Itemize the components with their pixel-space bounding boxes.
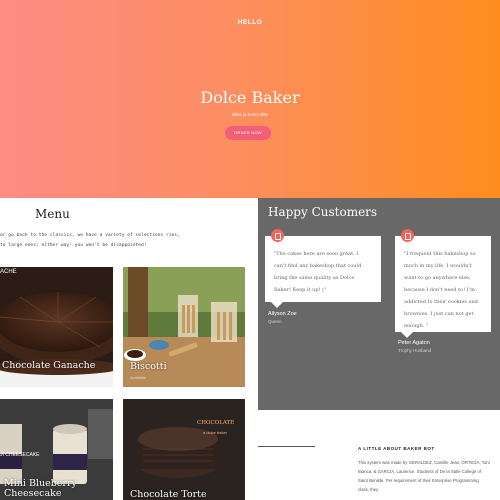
bubble-tail bbox=[401, 332, 413, 338]
testimonial-author-name: Peter Agaton bbox=[398, 340, 430, 346]
about-divider bbox=[258, 446, 315, 447]
chocolate-torte-image bbox=[123, 399, 245, 500]
menu-item-corner-text: ACHE bbox=[0, 269, 17, 275]
order-now-button[interactable]: ORDER NOW bbox=[225, 126, 271, 140]
menu-item-corner-text: CHOCOLATE bbox=[197, 420, 235, 426]
testimonial-quote: "I frequent this bakeshop so much in my … bbox=[404, 251, 478, 329]
menu-item-corner-subtext: a dolce baker bbox=[203, 430, 228, 435]
menu-item-label: Mini Blueberry Cheesecake bbox=[4, 478, 77, 499]
brand-title: Dolce Baker bbox=[200, 88, 300, 107]
about-text: This system was made by GERALDEZ, Camill… bbox=[358, 460, 490, 492]
menu-card-mini-blueberry-cheesecake[interactable]: JI CHEESECAKE Mini Blueberry Cheesecake bbox=[0, 399, 113, 500]
menu-card-biscotti[interactable]: Biscotti Available bbox=[123, 267, 245, 387]
menu-item-label: Biscotti bbox=[130, 361, 167, 372]
menu-item-corner-text: JI CHEESECAKE bbox=[0, 452, 40, 458]
menu-card-chocolate-torte[interactable]: CHOCOLATE a dolce baker Chocolate Torte bbox=[123, 399, 245, 500]
bubble-tail bbox=[271, 302, 283, 308]
quote-icon bbox=[401, 229, 414, 242]
testimonial-author-role: Queen bbox=[268, 319, 282, 324]
brand-tagline: Bliss in Every Bite bbox=[231, 112, 268, 117]
about-title: A LITTLE ABOUT BAKER BOT bbox=[358, 446, 435, 451]
menu-description: or go back to the classics, we have a va… bbox=[0, 233, 180, 248]
menu-item-availability: Available bbox=[130, 375, 147, 380]
testimonial-author-name: Allyson Zoe bbox=[268, 311, 297, 317]
menu-item-label: Chocolate Ganache bbox=[2, 360, 96, 371]
testimonial-author-role: Trophy Husband bbox=[398, 348, 432, 353]
menu-title: Menu bbox=[35, 207, 70, 221]
testimonial-quote: "The cakes here are sooo great. I can't … bbox=[274, 251, 362, 293]
testimonials-title: Happy Customers bbox=[268, 205, 378, 219]
hero-banner: HELLO Dolce Baker Bliss in Every Bite OR… bbox=[0, 0, 500, 198]
testimonial-card: "I frequent this bakeshop so much in my … bbox=[395, 229, 491, 338]
quote-icon bbox=[271, 229, 284, 242]
menu-item-label: Chocolate Torte bbox=[130, 489, 207, 500]
hero-hello-text: HELLO bbox=[237, 19, 263, 26]
menu-card-chocolate-ganache[interactable]: Chocolate Ganache ACHE bbox=[0, 267, 113, 387]
testimonial-card: "The cakes here are sooo great. I can't … bbox=[265, 229, 381, 308]
